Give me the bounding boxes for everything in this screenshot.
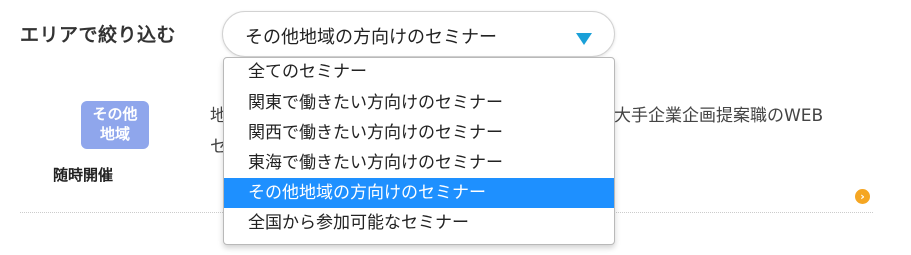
dropdown-option-tokai[interactable]: 東海で働きたい方向けのセミナー — [224, 148, 614, 178]
seminar-filter-page: エリアで絞り込む その他地域の方向けのセミナー その他 地域 随時開催 地 セ … — [0, 0, 911, 255]
area-badge: その他 地域 — [81, 101, 149, 149]
chevron-down-icon — [576, 33, 592, 45]
area-badge-line1: その他 — [92, 105, 138, 123]
dropdown-option-all[interactable]: 全てのセミナー — [224, 58, 614, 88]
area-dropdown-list: 全てのセミナー 関東で働きたい方向けのセミナー 関西で働きたい方向けのセミナー … — [223, 57, 615, 245]
area-select-value: その他地域の方向けのセミナー — [245, 27, 497, 48]
seminar-title-text[interactable]: 大手企業企画提案職のWEB — [614, 101, 823, 126]
dropdown-option-nationwide[interactable]: 全国から参加可能なセミナー — [224, 208, 614, 238]
schedule-text: 随時開催 — [53, 166, 114, 184]
area-badge-line2: 地域 — [99, 125, 130, 143]
dropdown-option-other[interactable]: その他地域の方向けのセミナー — [224, 178, 614, 208]
area-select[interactable]: その他地域の方向けのセミナー — [222, 11, 615, 57]
filter-label: エリアで絞り込む — [20, 24, 177, 46]
dropdown-option-kansai[interactable]: 関西で働きたい方向けのセミナー — [224, 118, 614, 148]
dropdown-option-kanto[interactable]: 関東で働きたい方向けのセミナー — [224, 88, 614, 118]
chevron-right-icon[interactable]: › — [855, 189, 870, 204]
